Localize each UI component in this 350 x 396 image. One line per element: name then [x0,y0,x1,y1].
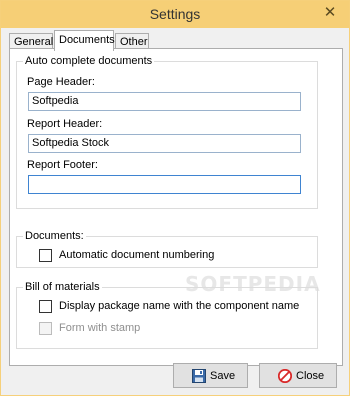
form-with-stamp-checkbox [39,322,52,335]
documents-legend: Documents: [23,229,86,243]
report-footer-label: Report Footer: [27,159,98,171]
report-footer-field[interactable] [28,175,301,194]
dialog-body: General Documents Other SOFTPEDIA Auto c… [5,28,345,392]
no-entry-icon [278,369,292,383]
window-title: Settings [149,6,201,22]
tab-general-label: General [14,36,54,48]
page-header-field[interactable]: Softpedia [28,92,301,111]
auto-complete-legend: Auto complete documents [23,54,155,68]
settings-window: Settings ✕ General Documents Other SOFTP… [0,0,350,396]
documents-tab-panel: SOFTPEDIA Auto complete documents Page H… [9,48,343,366]
floppy-disk-icon [192,369,206,383]
display-package-checkbox[interactable] [39,300,52,313]
auto-numbering-label[interactable]: Automatic document numbering [59,249,214,261]
tab-documents-label: Documents [59,34,115,46]
auto-complete-group: Auto complete documents Page Header: Sof… [16,54,318,209]
display-package-label[interactable]: Display package name with the component … [59,300,299,312]
documents-group: Documents: Automatic document numbering [16,229,318,268]
tab-other-label: Other [120,36,148,48]
window-close-icon[interactable]: ✕ [319,4,341,22]
auto-numbering-checkbox[interactable] [39,249,52,262]
close-button-label: Close [296,370,325,382]
title-bar: Settings ✕ [1,1,349,28]
save-button-label: Save [210,370,236,382]
report-header-field[interactable]: Softpedia Stock [28,134,301,153]
close-button[interactable]: Close [259,363,337,388]
bill-of-materials-legend: Bill of materials [23,280,102,294]
page-header-label: Page Header: [27,76,95,88]
bill-of-materials-group: Bill of materials Display package name w… [16,280,318,349]
tab-documents[interactable]: Documents [54,30,115,51]
report-header-label: Report Header: [27,118,103,130]
save-button[interactable]: Save [173,363,248,388]
form-with-stamp-label: Form with stamp [59,322,141,334]
